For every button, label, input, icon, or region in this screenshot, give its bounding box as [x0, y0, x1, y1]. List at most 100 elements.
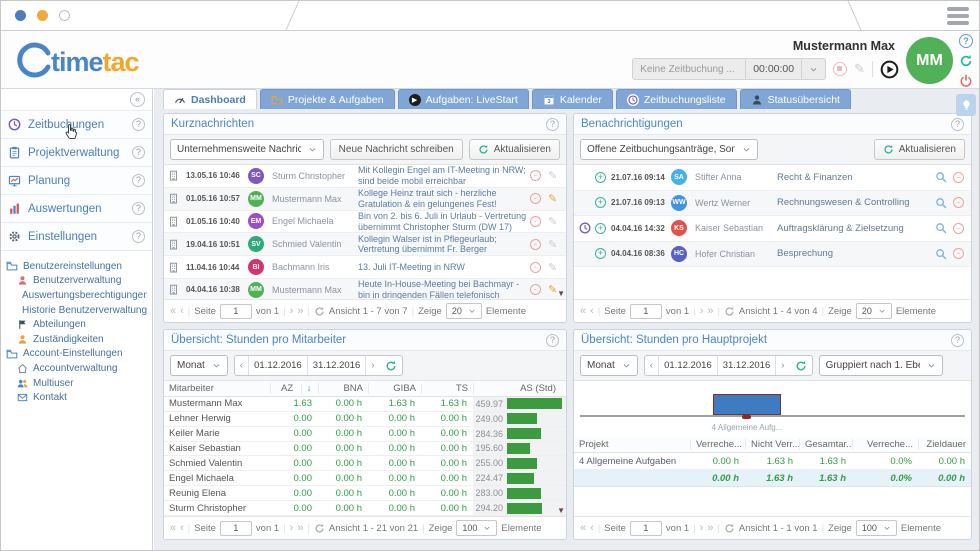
column-header[interactable]: Zieldauer [918, 439, 971, 450]
tree-item-benutzerverwaltung[interactable]: Benutzerverwaltung [6, 274, 147, 289]
page-input[interactable] [630, 304, 662, 319]
message-row[interactable]: 13.05.16 10:46 SC Sturm Christopher Mit … [164, 165, 566, 188]
page-size-select[interactable]: 20 [856, 303, 892, 319]
column-header[interactable]: Mitarbeiter [164, 383, 270, 394]
refresh-icon[interactable] [724, 306, 735, 317]
last-page-icon[interactable]: » [707, 305, 713, 317]
refresh-icon[interactable] [790, 360, 812, 372]
edit-tracking-icon[interactable]: ✎ [854, 61, 865, 77]
sidebar-collapse-icon[interactable]: « [130, 92, 145, 107]
approve-icon[interactable]: + [595, 248, 606, 259]
prev-period-icon[interactable]: ‹ [235, 360, 248, 371]
help-icon[interactable]: ? [132, 230, 145, 243]
table-row[interactable]: Reunig Elena0.000.00 h0.00 h0.00 h283.00 [164, 486, 566, 501]
tree-item-historie-benutzerverwaltung[interactable]: Historie Benutzerverwaltung [6, 303, 147, 318]
date-from-input[interactable]: 01.12.2016 [658, 356, 718, 375]
delete-message-icon[interactable]: - [530, 284, 541, 295]
first-page-icon[interactable]: « [580, 305, 586, 317]
help-icon[interactable]: ? [132, 118, 145, 131]
edit-message-icon[interactable]: ✎ [548, 192, 562, 205]
start-tracking-play-icon[interactable] [880, 60, 899, 79]
tab-kalender[interactable]: Kalender [532, 89, 613, 109]
reject-icon[interactable]: - [953, 223, 964, 234]
column-header[interactable]: Gesamtar... [799, 439, 852, 450]
help-icon[interactable]: ? [951, 334, 964, 347]
reject-icon[interactable]: - [953, 197, 964, 208]
first-page-icon[interactable]: « [170, 522, 176, 534]
notification-row[interactable]: + 21.07.16 09:14 SA Stifter Anna Recht &… [574, 165, 971, 191]
prev-page-icon[interactable]: ‹ [180, 305, 184, 317]
last-page-icon[interactable]: » [707, 522, 713, 534]
column-header[interactable]: GIBA [368, 383, 421, 394]
notification-row[interactable]: + 04.04.16 14:32 KS Kaiser Sebastian Auf… [574, 216, 971, 242]
notification-row[interactable]: + 04.04.16 08:36 HC Hofer Christian Besp… [574, 242, 971, 268]
help-icon[interactable]: ? [546, 118, 559, 131]
reject-icon[interactable]: - [953, 172, 964, 183]
sidebar-item-projektverwaltung[interactable]: Projektverwaltung ? [1, 138, 152, 166]
next-page-icon[interactable]: › [700, 305, 704, 317]
table-row[interactable]: Keiler Marie0.000.00 h0.00 h0.00 h284.36 [164, 427, 566, 442]
message-row[interactable]: 04.04.16 10:38 MM Mustermann Max Heute I… [164, 279, 566, 299]
sidebar-item-planung[interactable]: Planung ? [1, 166, 152, 194]
refresh-icon[interactable] [724, 523, 735, 534]
last-page-icon[interactable]: » [297, 522, 303, 534]
page-size-select[interactable]: 100 [856, 520, 897, 536]
inspect-icon[interactable] [935, 197, 950, 209]
message-row[interactable]: 11.04.16 10:44 BI Bachmann Iris 13. Juli… [164, 256, 566, 279]
tab-aufgaben-livestart[interactable]: ▶ Aufgaben: LiveStart [398, 89, 529, 109]
notification-filter-select[interactable]: Offene Zeitbuchungsanträge, Sonst [580, 139, 758, 160]
notification-row[interactable]: + 21.07.16 09:13 WW Wertz Werner Rechnun… [574, 191, 971, 217]
table-row[interactable]: Schmied Valentin0.000.00 h0.00 h0.00 h25… [164, 456, 566, 471]
scroll-down-icon[interactable]: ▼ [557, 507, 565, 515]
column-header[interactable]: Projekt [574, 439, 690, 450]
message-filter-select[interactable]: Unternehmensweite Nachrichten, N [170, 139, 324, 160]
tab-dashboard[interactable]: Dashboard [163, 89, 257, 109]
logout-power-icon[interactable] [959, 74, 973, 88]
period-select[interactable]: Monat [170, 355, 228, 376]
date-to-input[interactable]: 31.12.2016 [718, 356, 777, 375]
edit-message-icon[interactable]: ✎ [548, 261, 562, 274]
prev-page-icon[interactable]: ‹ [590, 305, 594, 317]
delete-message-icon[interactable]: - [530, 262, 541, 273]
chevron-down-icon[interactable] [801, 59, 825, 79]
refresh-button[interactable]: Aktualisieren [469, 139, 560, 160]
column-header-sorted[interactable]: AZ ↓ [270, 383, 318, 394]
stop-tracking-icon[interactable] [833, 62, 847, 76]
column-header[interactable]: TS [421, 383, 473, 394]
reject-icon[interactable]: - [953, 248, 964, 259]
page-size-select[interactable]: 20 [446, 303, 482, 319]
tree-item-accountverwaltung[interactable]: Accountverwaltung [6, 361, 147, 376]
message-row[interactable]: 19.04.16 10:51 SV Schmied Valentin Kolle… [164, 233, 566, 256]
tree-item-account-einstellungen[interactable]: Account-Einstellungen [6, 347, 147, 362]
prev-period-icon[interactable]: ‹ [645, 360, 658, 371]
date-from-input[interactable]: 01.12.2016 [248, 356, 308, 375]
table-row[interactable]: Engel Michaela0.000.00 h0.00 h0.00 h224.… [164, 471, 566, 486]
user-avatar[interactable]: MM [906, 37, 953, 84]
edit-message-icon[interactable]: ✎ [548, 215, 562, 228]
column-header[interactable]: Nicht Verr... [745, 439, 799, 450]
next-page-icon[interactable]: › [290, 305, 294, 317]
tree-item-benutzereinstellungen[interactable]: Benutzereinstellungen [6, 259, 147, 274]
inspect-icon[interactable] [935, 222, 950, 234]
last-page-icon[interactable]: » [297, 305, 303, 317]
help-icon[interactable]: ? [132, 146, 145, 159]
reload-icon[interactable] [959, 54, 973, 68]
tab-statusuebersicht[interactable]: Statusübersicht [740, 89, 851, 109]
page-size-select[interactable]: 100 [456, 520, 497, 536]
page-input[interactable] [220, 304, 252, 319]
refresh-icon[interactable] [314, 523, 325, 534]
help-icon[interactable]: ? [132, 202, 145, 215]
delete-message-icon[interactable]: - [530, 193, 541, 204]
time-tracker-task-select[interactable]: Keine Zeitbuchung ... 00:00:00 [632, 58, 826, 80]
approve-icon[interactable]: + [595, 172, 606, 183]
next-page-icon[interactable]: › [290, 522, 294, 534]
refresh-button[interactable]: Aktualisieren [874, 139, 965, 160]
page-input[interactable] [220, 521, 252, 536]
refresh-icon[interactable] [314, 306, 325, 317]
tree-item-auswertungsberechtigungen[interactable]: Auswertungsberechtigungen [6, 288, 147, 303]
tree-item-abteilungen[interactable]: Abteilungen [6, 317, 147, 332]
table-row[interactable]: Sturm Christopher0.000.00 h0.00 h0.00 h2… [164, 501, 566, 516]
edit-message-icon[interactable]: ✎ [548, 238, 562, 251]
period-select[interactable]: Monat [580, 355, 638, 376]
first-page-icon[interactable]: « [580, 522, 586, 534]
